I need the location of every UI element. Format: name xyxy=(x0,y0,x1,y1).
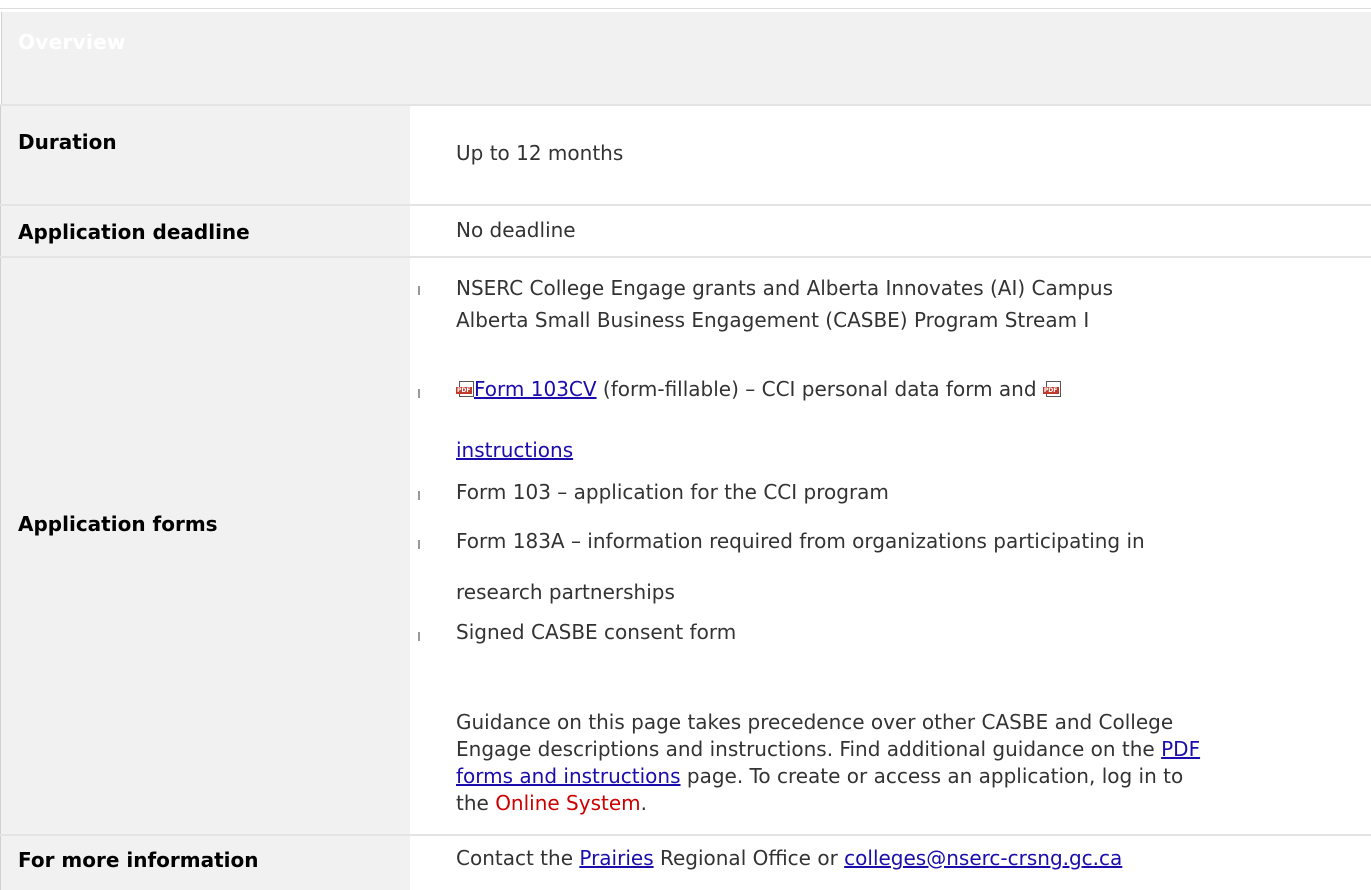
guidance-line2: Engage descriptions and instructions. Fi… xyxy=(456,736,1369,763)
guidance-line1: Guidance on this page takes precedence o… xyxy=(456,710,1174,734)
deadline-label-cell: Application deadline xyxy=(0,206,410,256)
duration-value-cell: Up to 12 months xyxy=(410,104,1371,204)
online-system-link[interactable]: Online System xyxy=(495,791,640,815)
guidance-line4-pre: the xyxy=(456,791,496,815)
guidance-line2-text: Engage descriptions and instructions. Fi… xyxy=(456,737,1162,761)
form-item-casbe-line2: Alberta Small Business Engagement (CASBE… xyxy=(456,308,1090,332)
duration-value: Up to 12 months xyxy=(456,141,624,165)
bullet-marker xyxy=(418,632,420,641)
pdf-icon: PDF xyxy=(456,381,474,397)
email-link[interactable]: colleges@nserc-crsng.gc.ca xyxy=(844,846,1122,870)
form-item-103cv-cont: instructions xyxy=(456,438,1367,462)
info-mid: Regional Office or xyxy=(653,846,845,870)
info-label-cell: For more information xyxy=(0,836,410,890)
deadline-row: Application deadline No deadline xyxy=(0,204,1371,256)
duration-label: Duration xyxy=(18,130,117,154)
info-pre: Contact the xyxy=(456,846,580,870)
duration-row: Duration Up to 12 months xyxy=(0,104,1371,204)
prairies-link[interactable]: Prairies xyxy=(579,846,653,870)
info-row: For more information Contact the Prairie… xyxy=(0,834,1371,890)
guidance-line4-post: . xyxy=(640,791,647,815)
deadline-value: No deadline xyxy=(456,218,576,242)
bullet-marker xyxy=(418,540,420,549)
form-item-casbe-line1: NSERC College Engage grants and Alberta … xyxy=(456,276,1114,300)
guidance-line3-text: page. To create or access an application… xyxy=(680,764,1184,788)
page: Overview Duration Up to 12 months Applic… xyxy=(0,0,1371,890)
duration-label-cell: Duration xyxy=(0,106,410,204)
top-border xyxy=(0,0,1371,9)
guidance-line3: forms and instructions page. To create o… xyxy=(456,763,1369,790)
form-103cv-link[interactable]: Form 103CV xyxy=(474,377,597,401)
form-item-consent: Signed CASBE consent form xyxy=(456,620,737,644)
form-103cv-desc: (form-fillable) – CCI personal data form… xyxy=(596,377,1043,401)
bullet-marker xyxy=(418,389,420,398)
deadline-label: Application deadline xyxy=(18,220,250,244)
info-value-cell: Contact the Prairies Regional Office or … xyxy=(410,834,1371,890)
form-item-103: Form 103 – application for the CCI progr… xyxy=(456,480,889,504)
form-item-casbe: NSERC College Engage grants and Alberta … xyxy=(456,276,1367,332)
overview-title: Overview xyxy=(18,30,126,54)
form-item-183a: Form 183A – information required from or… xyxy=(456,529,1367,553)
bullet-marker xyxy=(418,286,420,295)
info-value: Contact the Prairies Regional Office or … xyxy=(456,846,1122,870)
form-item-183a-line1: Form 183A – information required from or… xyxy=(456,529,1145,553)
guidance-paragraph: Guidance on this page takes precedence o… xyxy=(456,709,1369,817)
pdf-forms-link[interactable]: PDF xyxy=(1161,737,1200,761)
pdf-icon: PDF xyxy=(1042,381,1061,397)
deadline-value-cell: No deadline xyxy=(410,204,1371,256)
form-item-183a-line2: research partnerships xyxy=(456,580,675,604)
forms-label-cell: Application forms xyxy=(0,258,410,834)
guidance-line4: the Online System. xyxy=(456,790,1369,817)
overview-header: Overview xyxy=(1,12,1371,104)
form-item-103cv: PDF Form 103CV (form-fillable) – CCI pers… xyxy=(456,377,1367,401)
instructions-link[interactable]: instructions xyxy=(456,438,573,462)
info-label: For more information xyxy=(18,848,259,872)
pdf-forms-link-cont[interactable]: forms and instructions xyxy=(456,764,681,788)
bullet-marker xyxy=(418,491,420,500)
forms-label: Application forms xyxy=(18,512,218,536)
